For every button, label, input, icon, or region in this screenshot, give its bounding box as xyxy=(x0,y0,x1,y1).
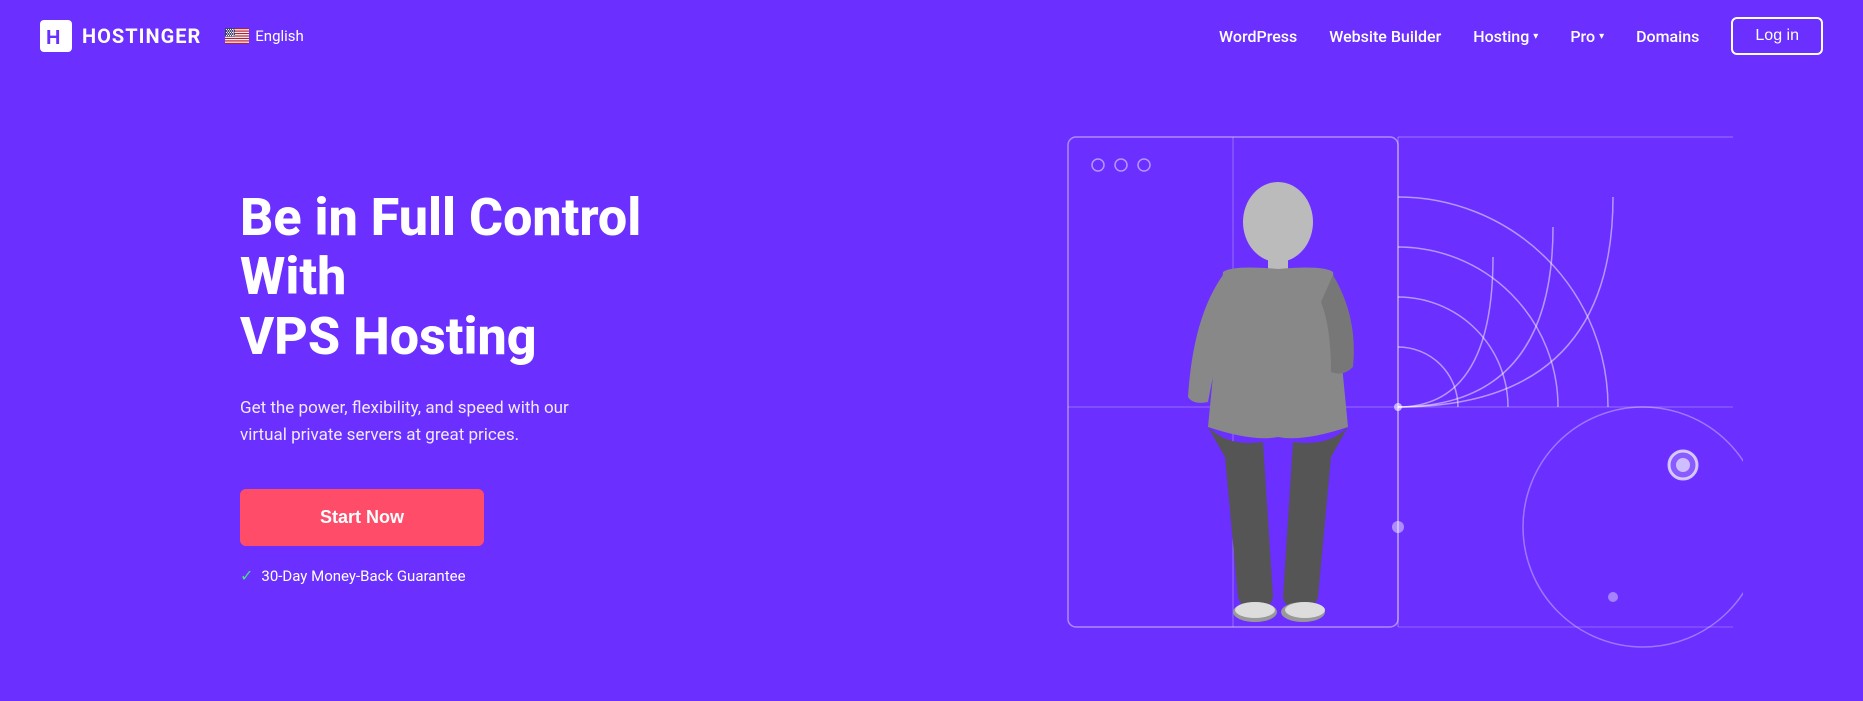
nav-hosting[interactable]: Hosting ▾ xyxy=(1473,27,1538,46)
nav-website-builder[interactable]: Website Builder xyxy=(1329,27,1441,46)
hero-content: Be in Full Control WithVPS Hosting Get t… xyxy=(0,188,700,586)
nav-wordpress[interactable]: WordPress xyxy=(1219,27,1297,46)
svg-text:H: H xyxy=(46,27,60,49)
hero-section: Be in Full Control WithVPS Hosting Get t… xyxy=(0,72,1863,701)
nav-right: WordPress Website Builder Hosting ▾ Pro … xyxy=(1219,17,1823,55)
navbar: H HOSTINGER xyxy=(0,0,1863,72)
start-now-button[interactable]: Start Now xyxy=(240,489,484,546)
guarantee-text: 30-Day Money-Back Guarantee xyxy=(261,567,465,585)
language-selector[interactable]: English xyxy=(225,27,304,45)
logo-text: HOSTINGER xyxy=(82,24,201,48)
logo[interactable]: H HOSTINGER xyxy=(40,20,201,52)
hostinger-logo-icon: H xyxy=(40,20,72,52)
nav-left: H HOSTINGER xyxy=(40,20,304,52)
flag-icon xyxy=(225,28,249,44)
hero-visual xyxy=(1063,107,1743,667)
login-button[interactable]: Log in xyxy=(1731,17,1823,55)
nav-pro[interactable]: Pro ▾ xyxy=(1570,27,1604,46)
check-icon: ✓ xyxy=(240,566,253,585)
hero-subtitle: Get the power, flexibility, and speed wi… xyxy=(240,395,600,449)
nav-domains[interactable]: Domains xyxy=(1636,27,1699,46)
hosting-dropdown-icon: ▾ xyxy=(1533,31,1538,42)
guarantee-badge: ✓ 30-Day Money-Back Guarantee xyxy=(240,566,700,585)
pro-dropdown-icon: ▾ xyxy=(1599,31,1604,42)
hero-illustration xyxy=(1063,107,1743,687)
hero-title: Be in Full Control WithVPS Hosting xyxy=(240,188,700,367)
language-label: English xyxy=(255,27,304,45)
